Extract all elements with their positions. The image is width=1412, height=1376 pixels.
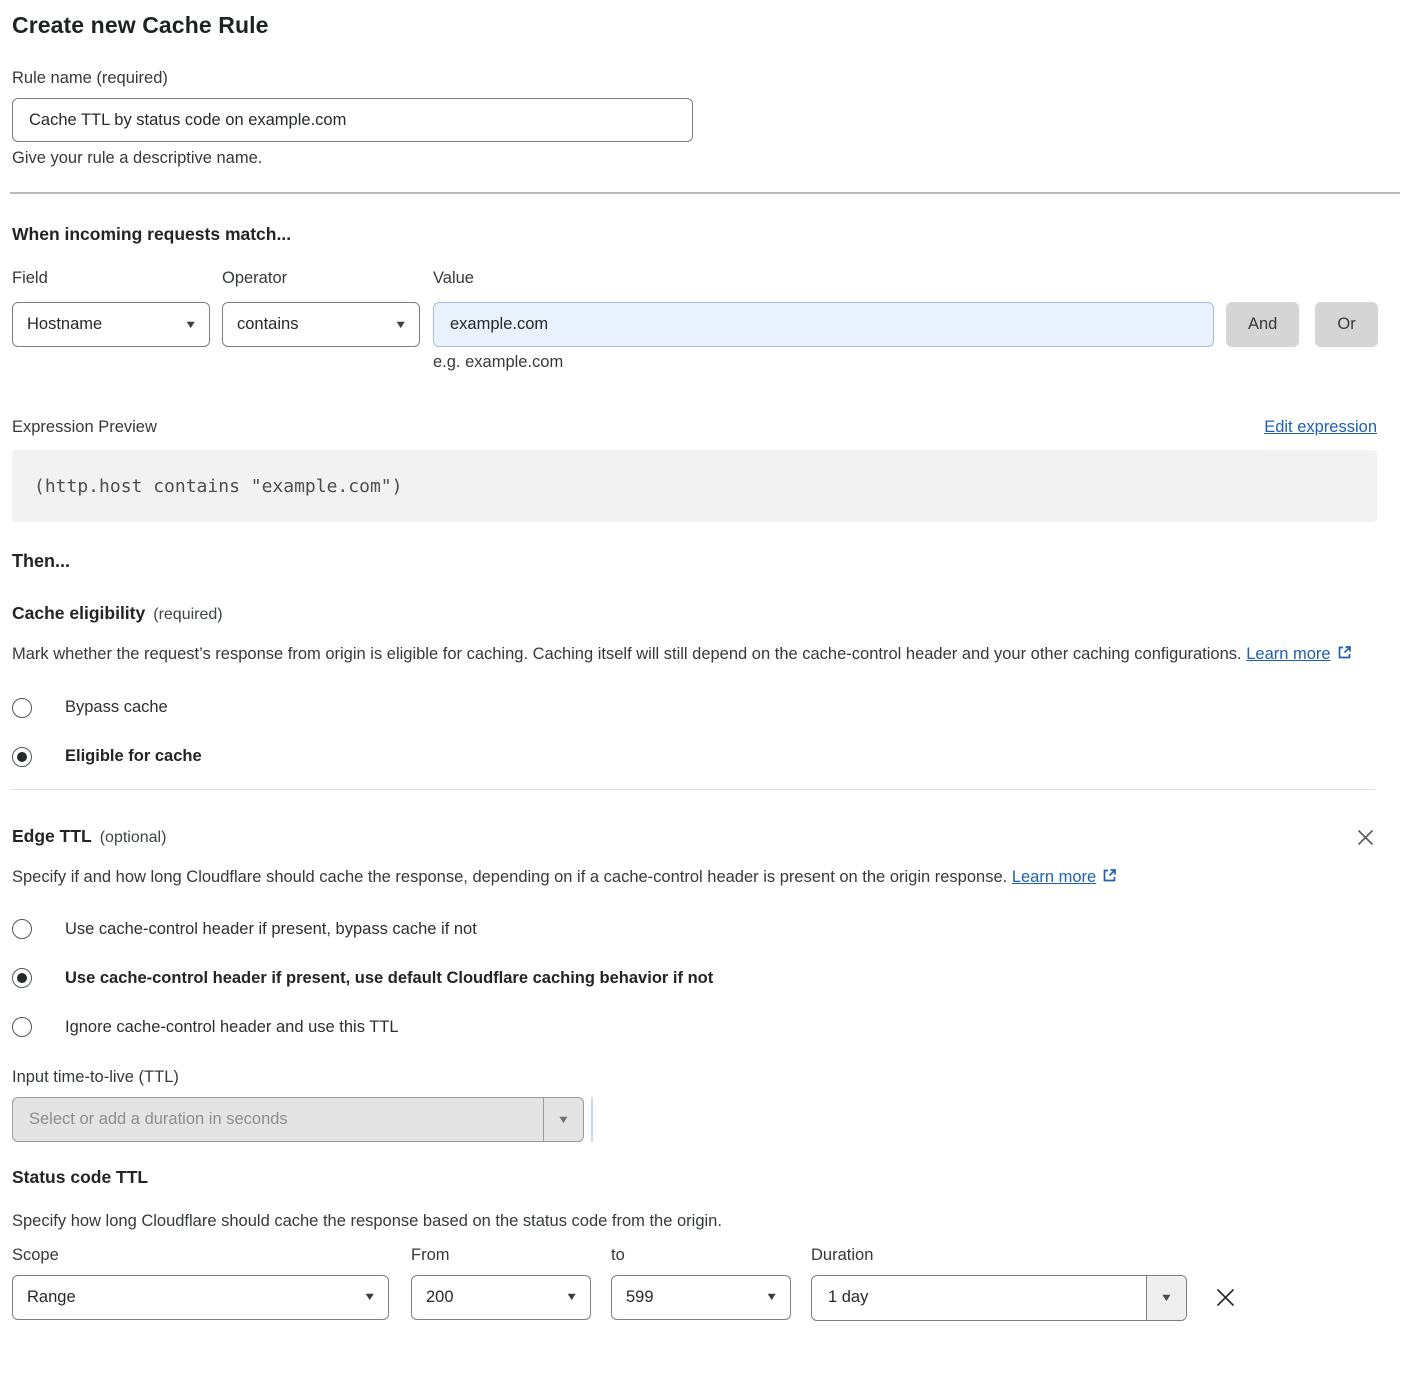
external-link-icon [1101, 865, 1118, 894]
radio-use-header-default[interactable]: Use cache-control header if present, use… [12, 968, 1400, 988]
ttl-input-label: Input time-to-live (TTL) [12, 1068, 1400, 1087]
from-column: From 200 ▼ [411, 1246, 591, 1320]
then-heading: Then... [12, 551, 1400, 572]
radio-label: Eligible for cache [65, 747, 202, 766]
ttl-select-placeholder: Select or add a duration in seconds [13, 1098, 543, 1141]
value-input[interactable] [433, 302, 1214, 347]
edit-expression-link[interactable]: Edit expression [1264, 418, 1377, 437]
expression-builder-row: Field Hostname ▼ Operator contains ▼ Val… [12, 269, 1400, 372]
duration-column: Duration 1 day ▼ [811, 1246, 1187, 1321]
learn-more-link[interactable]: Learn more [1012, 868, 1096, 886]
operator-select-value: contains [237, 315, 298, 334]
to-select-value: 599 [626, 1288, 654, 1307]
radio-ignore-header-ttl[interactable]: Ignore cache-control header and use this… [12, 1017, 1400, 1037]
to-select[interactable]: 599 ▼ [611, 1275, 791, 1320]
radio-label: Ignore cache-control header and use this… [65, 1018, 399, 1037]
value-column: Value e.g. example.com [433, 269, 1214, 372]
radio-eligible-for-cache[interactable]: Eligible for cache [12, 747, 1400, 767]
radio-use-header-bypass[interactable]: Use cache-control header if present, byp… [12, 919, 1400, 939]
chevron-down-icon: ▼ [381, 319, 407, 331]
chevron-down-icon: ▼ [350, 1291, 376, 1303]
or-column: Or [1315, 269, 1377, 372]
or-button[interactable]: Or [1315, 302, 1377, 347]
required-note: (required) [153, 606, 222, 623]
and-button[interactable]: And [1226, 302, 1299, 347]
create-cache-rule-form: Create new Cache Rule Rule name (require… [0, 0, 1412, 1321]
expression-preview-header: Expression Preview Edit expression [12, 418, 1377, 437]
edge-ttl-description: Specify if and how long Cloudflare shoul… [12, 863, 1122, 894]
rule-name-help: Give your rule a descriptive name. [12, 149, 1400, 168]
status-code-ttl-row: Scope Range ▼ From 200 ▼ to 599 ▼ Durati… [12, 1246, 1400, 1321]
chevron-down-icon: ▼ [543, 1098, 583, 1141]
from-select[interactable]: 200 ▼ [411, 1275, 591, 1320]
radio-icon [12, 698, 32, 718]
from-label: From [411, 1246, 591, 1265]
field-select-value: Hostname [27, 315, 102, 334]
close-edge-ttl-button[interactable] [1354, 826, 1377, 849]
edge-ttl-header-row: Edge TTL(optional) [12, 826, 1377, 849]
operator-select[interactable]: contains ▼ [222, 302, 420, 347]
optional-note: (optional) [100, 829, 167, 846]
from-select-value: 200 [426, 1288, 454, 1307]
page-title: Create new Cache Rule [12, 12, 1400, 39]
duration-select-value: 1 day [812, 1276, 1146, 1320]
to-label: to [611, 1246, 791, 1265]
cache-eligibility-heading: Cache eligibility(required) [12, 603, 1400, 624]
operator-label: Operator [222, 269, 420, 288]
expression-preview-label: Expression Preview [12, 418, 157, 437]
section-divider [10, 789, 1375, 790]
ttl-duration-select[interactable]: Select or add a duration in seconds ▼ [12, 1097, 584, 1142]
remove-status-code-ttl-button[interactable] [1212, 1284, 1239, 1311]
radio-icon [12, 747, 32, 767]
ttl-select-wrap: Select or add a duration in seconds ▼ [12, 1097, 1400, 1142]
edge-ttl-heading: Edge TTL(optional) [12, 826, 166, 847]
chevron-down-icon: ▼ [1146, 1276, 1186, 1320]
rule-name-label: Rule name (required) [12, 69, 1400, 88]
radio-label: Use cache-control header if present, byp… [65, 920, 477, 939]
to-column: to 599 ▼ [611, 1246, 791, 1320]
duration-select[interactable]: 1 day ▼ [811, 1275, 1187, 1321]
radio-bypass-cache[interactable]: Bypass cache [12, 698, 1400, 718]
external-link-icon [1336, 642, 1353, 671]
field-select[interactable]: Hostname ▼ [12, 302, 210, 347]
expression-code: (http.host contains "example.com") [34, 476, 402, 497]
value-example-hint: e.g. example.com [433, 353, 1214, 372]
radio-icon [12, 1017, 32, 1037]
cache-eligibility-description: Mark whether the request’s response from… [12, 640, 1357, 671]
radio-label: Bypass cache [65, 698, 168, 717]
duration-label: Duration [811, 1246, 1187, 1265]
scope-select-value: Range [27, 1288, 76, 1307]
section-divider [10, 192, 1400, 194]
value-label: Value [433, 269, 1214, 288]
chevron-down-icon: ▼ [552, 1291, 578, 1303]
status-code-ttl-heading: Status code TTL [12, 1167, 1400, 1188]
learn-more-link[interactable]: Learn more [1246, 645, 1330, 663]
match-heading: When incoming requests match... [12, 224, 1400, 245]
and-column: And [1226, 269, 1299, 372]
field-column: Field Hostname ▼ [12, 269, 210, 372]
scope-label: Scope [12, 1246, 389, 1265]
operator-column: Operator contains ▼ [222, 269, 420, 372]
scope-select[interactable]: Range ▼ [12, 1275, 389, 1320]
radio-icon [12, 968, 32, 988]
chevron-down-icon: ▼ [752, 1291, 778, 1303]
status-code-ttl-description: Specify how long Cloudflare should cache… [12, 1207, 1400, 1236]
radio-label: Use cache-control header if present, use… [65, 969, 713, 988]
field-label: Field [12, 269, 210, 288]
expression-preview-code-block: (http.host contains "example.com") [12, 450, 1377, 522]
radio-icon [12, 919, 32, 939]
scope-column: Scope Range ▼ [12, 1246, 389, 1320]
rule-name-input[interactable] [12, 98, 693, 142]
ttl-adjacent-divider [591, 1097, 593, 1142]
chevron-down-icon: ▼ [171, 319, 197, 331]
